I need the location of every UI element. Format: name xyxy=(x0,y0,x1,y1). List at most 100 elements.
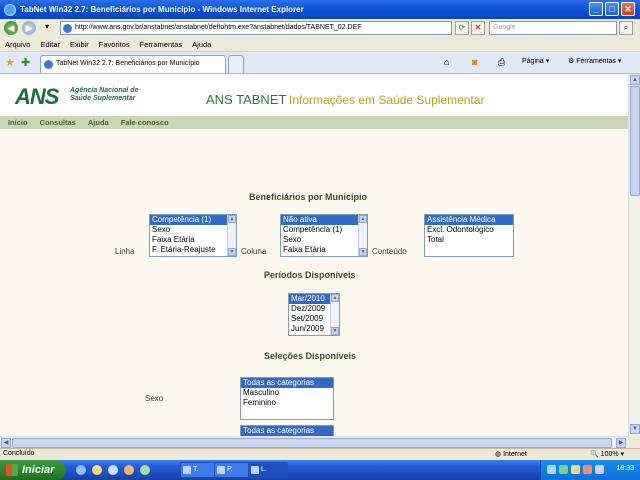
menu-ajuda[interactable]: Ajuda xyxy=(192,40,211,49)
linha-scrollbar[interactable]: ▲ ▼ xyxy=(227,215,236,256)
page-vertical-scrollbar[interactable]: ▲ ▼ xyxy=(628,74,640,436)
stop-button[interactable]: ✕ xyxy=(471,21,485,35)
zoom-value: 100% xyxy=(600,451,619,458)
tools-menu[interactable]: ⚙ Ferramentas ▾ xyxy=(568,57,621,65)
address-row: ◀ ▶ ▾ http://www.ans.gov.br/anstabnet/an… xyxy=(0,19,640,37)
tray-volume-icon[interactable] xyxy=(595,465,604,474)
back-button[interactable]: ◀ xyxy=(4,21,18,35)
conteudo-option[interactable]: Total xyxy=(425,235,513,245)
periodos-scrollbar[interactable]: ▲ ▼ xyxy=(330,294,339,335)
scroll-up-icon[interactable]: ▲ xyxy=(630,75,640,85)
menu-favoritos[interactable]: Favoritos xyxy=(99,40,130,49)
search-icon[interactable]: ⌕ xyxy=(619,21,633,35)
quicklaunch-desktop-icon[interactable] xyxy=(108,465,118,475)
menu-arquivo[interactable]: Arquivo xyxy=(5,40,30,49)
history-dropdown-icon[interactable]: ▾ xyxy=(40,21,54,35)
tray-network-icon[interactable] xyxy=(547,465,556,474)
sexo-select[interactable]: Todas as categorias Masculino Feminino xyxy=(240,377,334,420)
sexo-option[interactable]: Feminino xyxy=(241,398,333,408)
menu-exibir[interactable]: Exibir xyxy=(70,40,89,49)
task-icon xyxy=(217,466,225,474)
linha-option[interactable]: Faixa Etária xyxy=(150,235,236,245)
linha-option[interactable]: F. Etária-Reajuste xyxy=(150,245,236,255)
ans-logo-line2: Saúde Suplementar xyxy=(70,95,136,102)
new-tab-button[interactable] xyxy=(228,55,244,73)
sexo-label: Sexo xyxy=(145,394,164,403)
page-horizontal-scrollbar[interactable]: ◀ ▶ xyxy=(0,436,628,448)
tools-menu-label: Ferramentas xyxy=(576,58,616,65)
add-favorite-icon[interactable]: ✚ xyxy=(21,56,30,69)
coluna-select[interactable]: Não ativa Competência (1) Sexo Faixa Etá… xyxy=(280,214,368,257)
conteudo-select[interactable]: Assistência Médica Excl. Odontológico To… xyxy=(424,214,514,257)
scroll-left-icon[interactable]: ◀ xyxy=(1,438,11,448)
scroll-down-icon[interactable]: ▼ xyxy=(228,248,236,256)
sexo-option[interactable]: Todas as categorias xyxy=(241,378,333,388)
site-nav: Início Consultas Ajuda Fale conosco xyxy=(0,116,628,129)
nav-inicio[interactable]: Início xyxy=(8,118,28,127)
scroll-up-icon[interactable]: ▲ xyxy=(331,294,339,302)
scroll-thumb[interactable] xyxy=(12,438,612,448)
minimize-button[interactable]: _ xyxy=(589,2,603,16)
linha-select[interactable]: Competência (1) Sexo Faixa Etária F. Etá… xyxy=(149,214,237,257)
close-button[interactable]: ✕ xyxy=(621,2,635,16)
scroll-up-icon[interactable]: ▲ xyxy=(228,215,236,223)
linha-option[interactable]: Sexo xyxy=(150,225,236,235)
conteudo-option[interactable]: Excl. Odontológico xyxy=(425,225,513,235)
zoom-level[interactable]: 🔍 100% ▾ xyxy=(590,450,624,458)
forward-button[interactable]: ▶ xyxy=(22,21,36,35)
print-icon[interactable]: ⎙ xyxy=(498,57,505,68)
scroll-down-icon[interactable]: ▼ xyxy=(630,424,640,434)
quicklaunch-app-icon[interactable] xyxy=(140,465,150,475)
scroll-right-icon[interactable]: ▶ xyxy=(616,438,626,448)
ans-logo[interactable]: ANS xyxy=(15,84,59,110)
site-brand: ANS TABNET xyxy=(206,92,287,107)
page-menu-label: Página xyxy=(522,58,544,65)
site-header: ANS Agência Nacional de Saúde Suplementa… xyxy=(0,74,628,116)
feeds-icon[interactable]: ◙ xyxy=(472,57,477,67)
scroll-up-icon[interactable]: ▲ xyxy=(359,215,367,223)
taskbar: Iniciar T. P. L. 18:33 xyxy=(0,460,640,480)
coluna-option[interactable]: Sexo xyxy=(281,235,367,245)
coluna-option[interactable]: Competência (1) xyxy=(281,225,367,235)
conteudo-option[interactable]: Assistência Médica xyxy=(425,215,513,225)
quicklaunch-ie-icon[interactable] xyxy=(76,465,86,475)
favorites-star-icon[interactable]: ★ xyxy=(5,56,15,69)
periodos-select[interactable]: Mar/2010 Dez/2009 Set/2009 Jun/2009 ▲ ▼ xyxy=(288,293,340,336)
security-zone: ◍ Internet xyxy=(495,451,527,458)
sexo-option[interactable]: Masculino xyxy=(241,388,333,398)
address-url: http://www.ans.gov.br/anstabnet/anstabne… xyxy=(75,24,362,31)
nav-consultas[interactable]: Consultas xyxy=(40,118,76,127)
coluna-scrollbar[interactable]: ▲ ▼ xyxy=(358,215,367,256)
coluna-option[interactable]: Faixa Etária xyxy=(281,245,367,255)
scroll-down-icon[interactable]: ▼ xyxy=(331,327,339,335)
clock[interactable]: 18:33 xyxy=(616,465,634,472)
next-option[interactable]: Todas as categorias xyxy=(241,426,333,436)
tab-tabnet[interactable]: TabNet Win32 2.7: Beneficiários por Muni… xyxy=(40,55,226,73)
quicklaunch-folder-icon[interactable] xyxy=(92,465,102,475)
tray-alert-icon[interactable] xyxy=(583,465,592,474)
coluna-option[interactable]: Não ativa xyxy=(281,215,367,225)
nav-ajuda[interactable]: Ajuda xyxy=(88,118,109,127)
search-input[interactable]: Google xyxy=(489,21,617,35)
task-button-active[interactable]: L. xyxy=(248,462,288,478)
tray-app-icon[interactable] xyxy=(571,465,580,474)
scroll-down-icon[interactable]: ▼ xyxy=(359,248,367,256)
periodos-heading: Períodos Disponíveis xyxy=(264,270,356,280)
task-label: T. xyxy=(193,466,199,473)
tray-shield-icon[interactable] xyxy=(559,465,568,474)
quicklaunch-media-icon[interactable] xyxy=(124,465,134,475)
page-menu[interactable]: Página ▾ xyxy=(522,57,549,65)
menu-editar[interactable]: Editar xyxy=(40,40,60,49)
next-select[interactable]: Todas as categorias xyxy=(240,425,334,436)
linha-option[interactable]: Competência (1) xyxy=(150,215,236,225)
menu-ferramentas[interactable]: Ferramentas xyxy=(140,40,183,49)
nav-fale-conosco[interactable]: Fale conosco xyxy=(121,118,169,127)
linha-label: Linha xyxy=(115,247,135,256)
scroll-thumb[interactable] xyxy=(630,86,640,196)
maximize-button[interactable]: □ xyxy=(605,2,619,16)
window-title-bar[interactable]: TabNet Win32 2.7: Beneficiários por Muni… xyxy=(0,0,640,19)
address-bar[interactable]: http://www.ans.gov.br/anstabnet/anstabne… xyxy=(60,21,452,35)
refresh-button[interactable]: ⟳ xyxy=(455,21,469,35)
home-icon[interactable]: ⌂ xyxy=(444,57,449,67)
start-button[interactable]: Iniciar xyxy=(0,460,66,480)
